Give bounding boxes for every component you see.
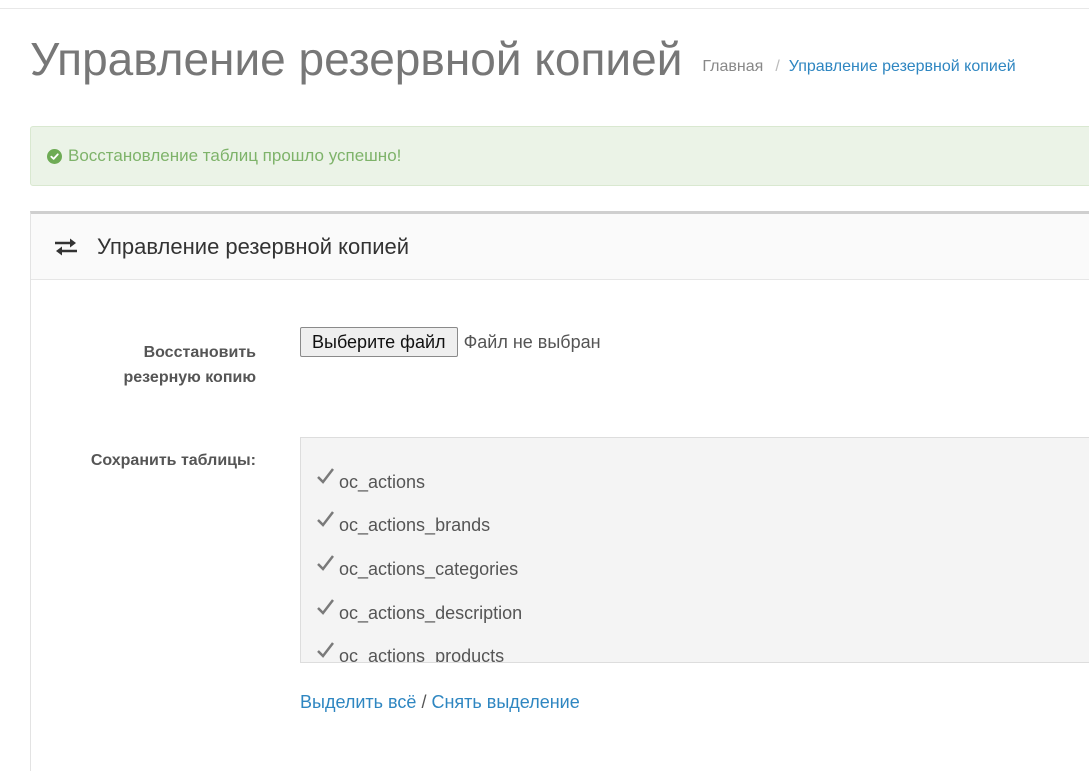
table-name: oc_actions (339, 472, 426, 492)
table-checkbox-item[interactable]: oc_actions (315, 468, 426, 493)
alert-message: Восстановление таблиц прошло успешно! (68, 146, 402, 165)
table-name: oc_actions_products (339, 646, 505, 663)
success-alert: Восстановление таблиц прошло успешно! (30, 126, 1089, 186)
checkmark-icon[interactable] (315, 640, 337, 660)
table-checkbox-item[interactable]: oc_actions_brands (315, 511, 491, 536)
checkmark-icon[interactable] (315, 509, 337, 529)
breadcrumb-separator: / (775, 58, 780, 75)
table-name: oc_actions_description (339, 603, 523, 623)
checkmark-icon[interactable] (315, 597, 337, 617)
table-checkbox-item[interactable]: oc_actions_categories (315, 555, 519, 580)
table-name: oc_actions_categories (339, 559, 519, 579)
table-name: oc_actions_brands (339, 515, 491, 535)
check-circle-icon (47, 148, 62, 164)
restore-backup-label: Восстановить резерную копию (123, 344, 257, 386)
breadcrumb-home-link[interactable]: Главная (702, 58, 763, 76)
page-header: Управление резервной копией Главная / Уп… (30, 28, 1089, 88)
panel-heading: Управление резервной копией (31, 214, 1089, 280)
selection-links: Выделить всё / Снять выделение (300, 692, 580, 713)
file-status: Файл не выбран (463, 331, 601, 352)
file-input[interactable]: Выберите файл Файл не выбран (300, 327, 601, 357)
panel-title: Управление резервной копией (97, 233, 410, 259)
checkmark-icon[interactable] (315, 466, 337, 486)
page-title: Управление резервной копией (30, 33, 683, 85)
table-checkbox-item[interactable]: oc_actions_products (315, 642, 505, 663)
tables-list[interactable]: oc_actions oc_actions_brands oc_actions_… (300, 437, 1089, 663)
breadcrumb: Главная / Управление резервной копией (702, 58, 1015, 76)
choose-file-button[interactable]: Выберите файл (300, 327, 458, 357)
table-checkbox-item[interactable]: oc_actions_description (315, 599, 523, 624)
top-divider (0, 8, 1089, 9)
deselect-all-link[interactable]: Снять выделение (431, 692, 579, 712)
exchange-icon (53, 237, 79, 257)
select-all-link[interactable]: Выделить всё (300, 692, 416, 712)
save-tables-label: Сохранить таблицы: (90, 452, 256, 469)
checkmark-icon[interactable] (315, 553, 337, 573)
links-separator: / (421, 692, 427, 712)
backup-panel: Управление резервной копией Восстановить… (30, 211, 1089, 771)
breadcrumb-current-link[interactable]: Управление резервной копией (789, 58, 1016, 76)
